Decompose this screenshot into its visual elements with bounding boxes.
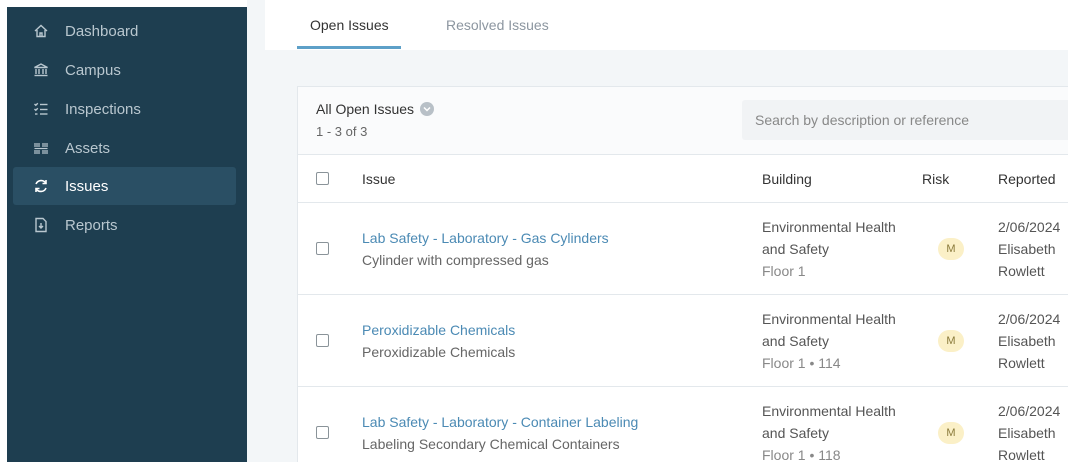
list-header: All Open Issues 1 - 3 of 3	[298, 87, 1068, 155]
column-header-risk[interactable]: Risk	[922, 171, 949, 187]
issues-card: All Open Issues 1 - 3 of 3 Issue Buildin…	[297, 86, 1068, 462]
filter-label: All Open Issues	[316, 101, 415, 117]
issue-filter-dropdown[interactable]: All Open Issues	[316, 101, 435, 117]
reported-cell: 2/06/2024 Elisabeth Rowlett	[998, 308, 1060, 374]
reported-date: 2/06/2024	[998, 403, 1061, 419]
sidebar-item-label: Campus	[65, 61, 121, 79]
issue-description: Peroxidizable Chemicals	[362, 344, 516, 360]
reporter-first-name: Elisabeth	[998, 241, 1056, 257]
row-checkbox[interactable]	[316, 242, 329, 255]
issue-description: Labeling Secondary Chemical Containers	[362, 436, 620, 452]
floor-label: Floor 1 • 118	[762, 447, 841, 462]
sidebar: Dashboard Campus Inspections Assets Issu…	[7, 7, 247, 462]
sidebar-item-inspections[interactable]: Inspections	[13, 90, 236, 128]
home-icon	[31, 21, 51, 41]
sidebar-item-dashboard[interactable]: Dashboard	[13, 12, 236, 50]
reported-date: 2/06/2024	[998, 311, 1061, 327]
barcode-icon	[31, 138, 51, 158]
table-header: Issue Building Risk Reported	[298, 155, 1068, 203]
table-row[interactable]: Lab Safety - Laboratory - Container Labe…	[298, 387, 1068, 462]
sidebar-item-issues[interactable]: Issues	[13, 167, 236, 205]
issue-title-link[interactable]: Peroxidizable Chemicals	[362, 322, 515, 338]
building-name-line2: and Safety	[762, 425, 829, 441]
search-input[interactable]	[742, 100, 1068, 140]
sidebar-item-label: Assets	[65, 139, 111, 157]
risk-badge: M	[938, 330, 964, 352]
reported-cell: 2/06/2024 Elisabeth Rowlett	[998, 400, 1060, 462]
reporter-first-name: Elisabeth	[998, 333, 1056, 349]
main-content: Open Issues Resolved Issues All Open Iss…	[247, 0, 1068, 462]
building-name-line1: Environmental Health	[762, 219, 896, 235]
chevron-down-icon	[420, 102, 435, 116]
risk-badge: M	[938, 238, 964, 260]
tab-bar: Open Issues Resolved Issues	[265, 0, 1068, 50]
active-tab-indicator	[297, 46, 401, 49]
result-count: 1 - 3 of 3	[316, 124, 368, 139]
table-row[interactable]: Peroxidizable Chemicals Peroxidizable Ch…	[298, 295, 1068, 387]
building-name-line2: and Safety	[762, 333, 829, 349]
building-name-line1: Environmental Health	[762, 311, 896, 327]
sidebar-item-campus[interactable]: Campus	[13, 51, 236, 89]
tab-resolved-issues[interactable]: Resolved Issues	[446, 0, 549, 50]
sidebar-item-label: Dashboard	[65, 22, 139, 40]
reporter-last-name: Rowlett	[998, 355, 1045, 371]
column-header-building[interactable]: Building	[762, 171, 812, 187]
tab-open-issues[interactable]: Open Issues	[310, 0, 389, 50]
issue-description: Cylinder with compressed gas	[362, 252, 549, 268]
column-header-issue[interactable]: Issue	[362, 171, 395, 187]
refresh-icon	[31, 176, 51, 196]
risk-badge: M	[938, 422, 964, 444]
sidebar-item-label: Reports	[65, 216, 118, 234]
sidebar-item-assets[interactable]: Assets	[13, 129, 236, 167]
issue-title-link[interactable]: Lab Safety - Laboratory - Gas Cylinders	[362, 230, 609, 246]
column-header-reported[interactable]: Reported	[998, 171, 1056, 187]
sidebar-item-label: Inspections	[65, 100, 141, 118]
floor-label: Floor 1 • 114	[762, 355, 841, 371]
building-cell: Environmental Health and Safety Floor 1 …	[762, 400, 896, 462]
sidebar-item-reports[interactable]: Reports	[13, 206, 236, 244]
reporter-last-name: Rowlett	[998, 263, 1045, 279]
building-cell: Environmental Health and Safety Floor 1	[762, 216, 896, 282]
select-all-checkbox[interactable]	[316, 172, 329, 185]
row-checkbox[interactable]	[316, 426, 329, 439]
issue-title-link[interactable]: Lab Safety - Laboratory - Container Labe…	[362, 414, 638, 430]
row-checkbox[interactable]	[316, 334, 329, 347]
reported-date: 2/06/2024	[998, 219, 1061, 235]
building-cell: Environmental Health and Safety Floor 1 …	[762, 308, 896, 374]
report-icon	[31, 215, 51, 235]
building-name-line1: Environmental Health	[762, 403, 896, 419]
reporter-first-name: Elisabeth	[998, 425, 1056, 441]
checklist-icon	[31, 99, 51, 119]
reporter-last-name: Rowlett	[998, 447, 1045, 462]
campus-icon	[31, 60, 51, 80]
floor-label: Floor 1	[762, 263, 806, 279]
building-name-line2: and Safety	[762, 241, 829, 257]
table-row[interactable]: Lab Safety - Laboratory - Gas Cylinders …	[298, 203, 1068, 295]
reported-cell: 2/06/2024 Elisabeth Rowlett	[998, 216, 1060, 282]
sidebar-item-label: Issues	[65, 177, 109, 195]
